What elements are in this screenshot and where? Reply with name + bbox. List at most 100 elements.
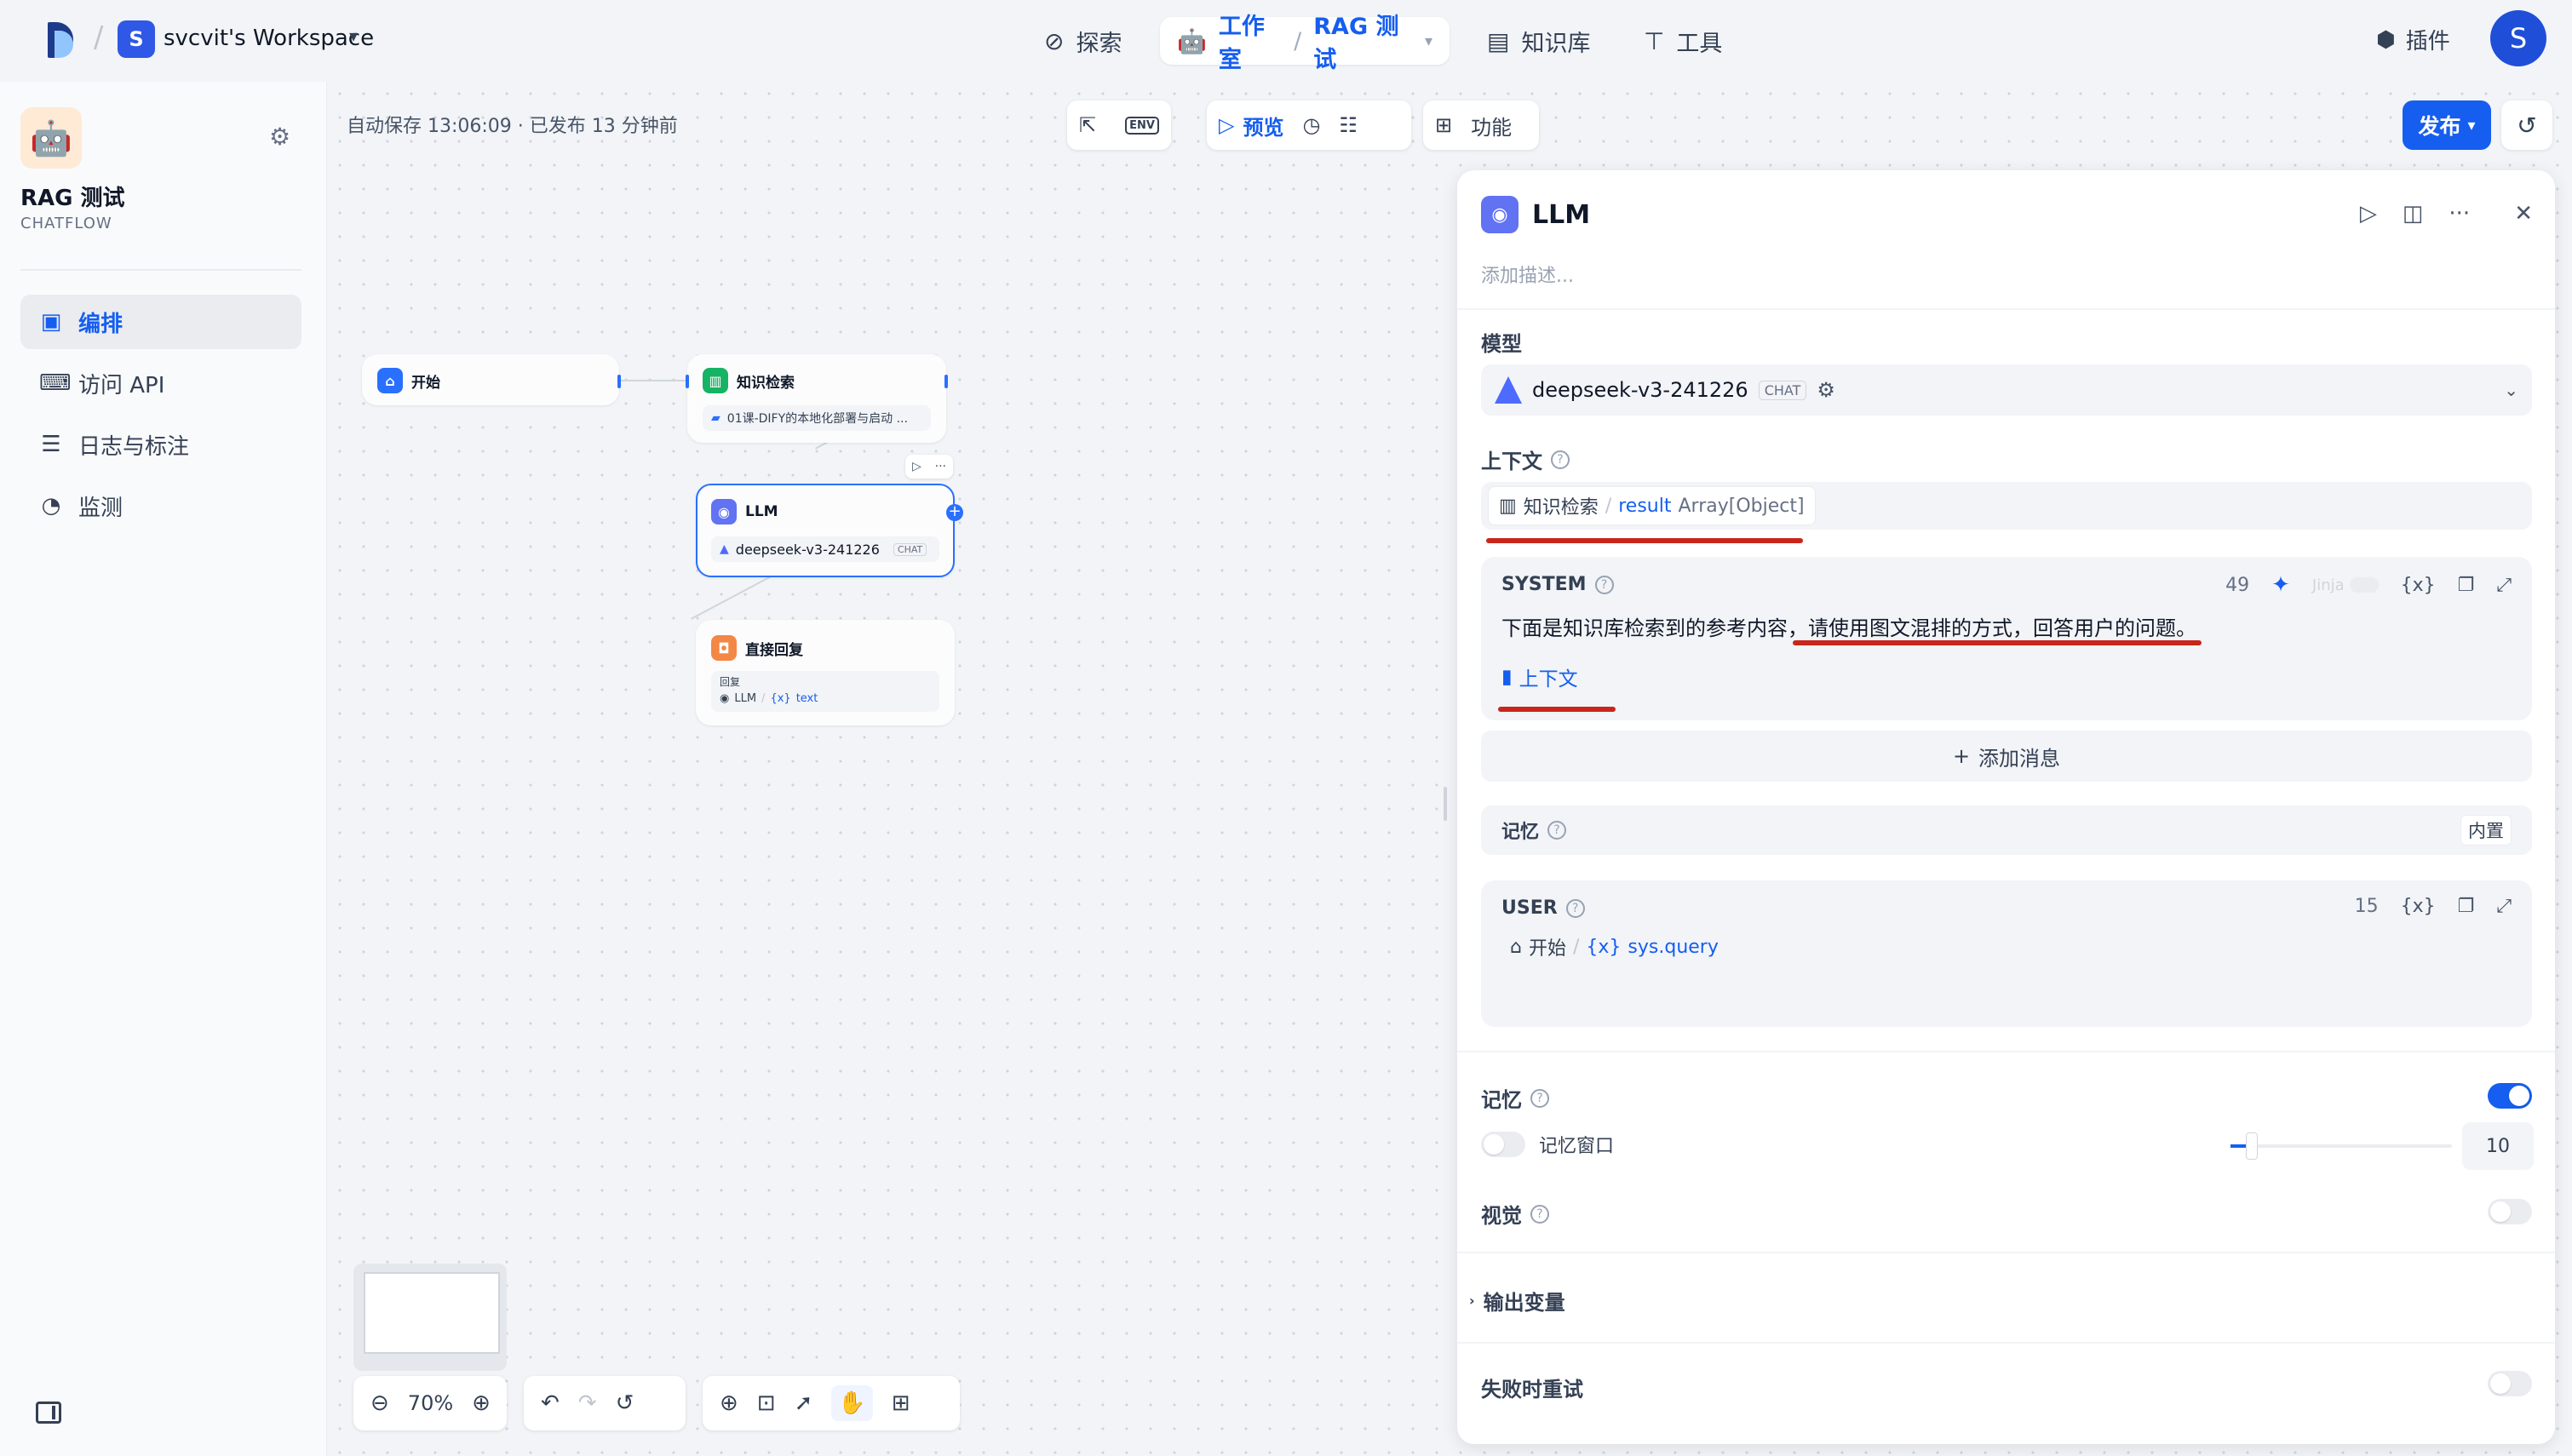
context-var: result [1618, 495, 1672, 517]
output-handle[interactable] [944, 375, 948, 388]
help-icon[interactable]: ? [1530, 1204, 1549, 1224]
nav-explore[interactable]: ⊘ 探索 [1027, 17, 1139, 65]
memory-toggle[interactable] [2488, 1083, 2532, 1109]
zoom-level[interactable]: 70% [408, 1391, 453, 1415]
add-block-icon[interactable]: ⊕ [720, 1390, 738, 1416]
help-icon[interactable]: ? [1551, 450, 1570, 469]
annotation-underline [1498, 707, 1616, 712]
workspace-name[interactable]: svcvit's Workspace [164, 26, 374, 51]
system-prompt-box[interactable]: SYSTEM ? 49 ✦ Jinja {x} ❐ ⤢ 下面是知识库检索到的参考… [1481, 557, 2532, 720]
chevron-down-icon[interactable]: ▾ [1425, 32, 1432, 50]
add-node-icon[interactable]: + [946, 504, 963, 521]
add-note-icon[interactable]: ⊡ [757, 1390, 776, 1416]
memory-window-toggle[interactable] [1481, 1132, 1525, 1157]
version-history-icon[interactable]: ↺ [2501, 100, 2552, 150]
panel-title[interactable]: LLM [1532, 200, 1590, 230]
memory-window-input[interactable]: 10 [2462, 1122, 2534, 1170]
retry-toggle[interactable] [2488, 1371, 2532, 1396]
node-start[interactable]: ⌂ 开始 [362, 354, 621, 405]
help-icon[interactable]: ? [1594, 575, 1614, 594]
jinja-switch[interactable] [2349, 577, 2379, 593]
features-button[interactable]: ⊞ 功能 [1423, 100, 1539, 150]
context-chip[interactable]: ▮ 上下文 [1501, 662, 1578, 691]
add-message-button[interactable]: + 添加消息 [1481, 731, 2532, 782]
sidebar-item-orchestrate[interactable]: ▣ 编排 [20, 295, 301, 349]
vision-toggle[interactable] [2488, 1199, 2532, 1224]
publish-button[interactable]: 发布 ▾ [2403, 100, 2491, 150]
checklist-icon[interactable]: ☷ [1339, 113, 1358, 137]
nav-knowledge[interactable]: ▤ 知识库 [1470, 17, 1607, 65]
dify-logo[interactable] [48, 22, 82, 58]
output-variables-section[interactable]: › 输出变量 [1469, 1286, 1565, 1316]
insert-variable-icon[interactable]: {x} [2401, 896, 2436, 917]
panel-resize-handle[interactable] [1444, 787, 1447, 821]
env-icon[interactable]: ENV [1125, 116, 1159, 135]
run-history-icon[interactable]: ◷ [1302, 113, 1320, 137]
node-llm[interactable]: ◉ LLM ▲ deepseek-v3-241226 CHAT + [696, 484, 963, 577]
pointer-icon[interactable]: ➚ [795, 1390, 813, 1416]
model-selector[interactable]: deepseek-v3-241226 CHAT ⚙ ⌄ [1481, 364, 2532, 416]
help-book-icon[interactable]: ◫ [2403, 201, 2424, 226]
slider-thumb[interactable] [2246, 1132, 2258, 1160]
plugins-link[interactable]: ⬢ 插件 [2376, 24, 2450, 55]
help-icon[interactable]: ? [1530, 1088, 1549, 1108]
close-icon[interactable]: ✕ [2514, 201, 2533, 226]
zoom-in-icon[interactable]: ⊕ [472, 1390, 491, 1416]
expand-icon[interactable]: ⤢ [2496, 896, 2512, 917]
description-input[interactable]: 添加描述... [1481, 261, 1574, 288]
clipboard-icon[interactable]: ❐ [2458, 575, 2475, 596]
user-variable-chip[interactable]: ⌂ 开始 / {x} sys.query [1510, 933, 1719, 960]
expand-icon[interactable]: ⤢ [2496, 575, 2512, 596]
preview-group: ▷ 预览 ◷ ☷ [1207, 100, 1411, 150]
node-title: 直接回复 [745, 641, 803, 659]
collapse-sidebar-icon[interactable] [36, 1402, 61, 1424]
system-prompt-text[interactable]: 下面是知识库检索到的参考内容，请使用图文混排的方式，回答用户的问题。 [1501, 611, 2196, 641]
answer-label: 回复 [720, 676, 741, 688]
zoom-out-icon[interactable]: ⊖ [370, 1390, 389, 1416]
external-link-icon[interactable]: ⇱ [1079, 113, 1096, 137]
input-handle[interactable] [686, 375, 689, 388]
memory-window-slider[interactable] [2230, 1132, 2452, 1160]
sidebar-item-label: 编排 [78, 311, 123, 337]
preview-label: 预览 [1243, 115, 1284, 140]
hand-icon[interactable]: ✋ [831, 1385, 873, 1421]
workspace-avatar[interactable]: S [118, 20, 155, 58]
insert-variable-icon[interactable]: {x} [2401, 575, 2436, 596]
nav-studio[interactable]: 🤖 工作室 / RAG 测试 ▾ [1160, 14, 1450, 73]
sidebar-item-api[interactable]: ⌨ 访问 API [20, 356, 301, 410]
llm-icon: ◉ [720, 692, 730, 705]
jinja-toggle[interactable]: Jinja [2312, 576, 2379, 594]
context-variable-field[interactable]: ▥ 知识检索 / result Array[Object] [1481, 482, 2532, 530]
sidebar-item-monitor[interactable]: ◔ 监测 [20, 479, 301, 533]
run-node-icon[interactable]: ▷ [2360, 201, 2377, 226]
node-direct-answer[interactable]: ◘ 直接回复 回复 ◉ LLM / {x} text [696, 620, 955, 725]
nav-app-label[interactable]: RAG 测试 [1313, 8, 1413, 74]
help-icon[interactable]: ? [1565, 898, 1585, 918]
user-prompt-box[interactable]: USER ? 15 {x} ❐ ⤢ ⌂ 开始 / {x} sys.query [1481, 880, 2532, 1027]
minimap[interactable] [353, 1264, 507, 1371]
more-icon[interactable]: ··· [935, 460, 946, 473]
more-icon[interactable]: ··· [2449, 201, 2470, 226]
file-icon: ▮ [1501, 666, 1513, 688]
deepseek-icon [1495, 376, 1522, 404]
settings-sliders-icon[interactable]: ⚙ [269, 123, 290, 151]
preview-button[interactable]: ▷ 预览 [1219, 111, 1283, 140]
context-variable-pill[interactable]: ▥ 知识检索 / result Array[Object] [1488, 486, 1816, 525]
layout-grid-icon[interactable]: ⊞ [892, 1390, 910, 1416]
output-handle[interactable] [617, 375, 621, 388]
nav-tools-label: 工具 [1676, 30, 1723, 57]
nav-tools[interactable]: ⊤ 工具 [1627, 17, 1739, 65]
minimap-viewport[interactable] [364, 1272, 500, 1354]
help-icon[interactable]: ? [1547, 821, 1567, 840]
sparkle-icon[interactable]: ✦ [2271, 572, 2290, 598]
history-icon[interactable]: ↺ [616, 1390, 634, 1416]
undo-icon[interactable]: ↶ [541, 1390, 560, 1416]
user-avatar[interactable]: S [2490, 10, 2546, 66]
chevron-down-icon[interactable]: ▾ [349, 26, 358, 46]
sidebar-item-logs[interactable]: ☰ 日志与标注 [20, 417, 301, 472]
node-knowledge-retrieval[interactable]: ▥ 知识检索 ▰ 01课-DIFY的本地化部署与启动 ... [686, 354, 948, 443]
model-params-icon[interactable]: ⚙ [1817, 378, 1835, 402]
redo-icon[interactable]: ↷ [578, 1390, 597, 1416]
clipboard-icon[interactable]: ❐ [2458, 896, 2475, 917]
play-icon[interactable]: ▷ [912, 460, 921, 473]
